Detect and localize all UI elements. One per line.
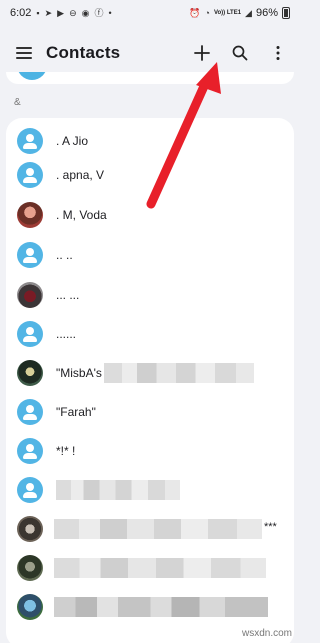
- contact-row[interactable]: "Farah": [6, 392, 294, 432]
- kebab-menu-icon: [276, 46, 280, 60]
- more-notifications-icon: •: [108, 7, 112, 18]
- facebook-icon: ⓕ: [94, 7, 104, 18]
- add-contact-button[interactable]: [192, 43, 212, 63]
- default-avatar-icon: [17, 438, 43, 464]
- more-options-button[interactable]: [268, 43, 288, 63]
- contact-row[interactable]: [6, 548, 294, 588]
- contact-row[interactable]: ......: [6, 314, 294, 354]
- messenger-icon: ◉: [81, 7, 90, 18]
- chat-notification-icon: ▪: [36, 7, 40, 18]
- contact-name: ......: [56, 327, 77, 341]
- app-bar-actions: [192, 43, 288, 63]
- redacted-text: [54, 519, 262, 539]
- contact-name: "MisbA's: [56, 366, 102, 380]
- plus-icon: [194, 45, 210, 61]
- contact-row[interactable]: "MisbA's: [6, 353, 294, 393]
- avatar: [17, 360, 43, 386]
- default-avatar-icon: [17, 399, 43, 425]
- avatar: [17, 282, 43, 308]
- contact-name: . M, Voda: [56, 208, 107, 222]
- hamburger-menu-icon[interactable]: [16, 47, 32, 59]
- minus-notification-icon: ⊖: [69, 7, 77, 18]
- previous-section-card: [6, 72, 294, 84]
- avatar: [17, 555, 43, 581]
- default-avatar-icon: [17, 321, 43, 347]
- youtube-icon: ▶: [57, 7, 65, 18]
- default-avatar-icon: [17, 162, 43, 188]
- contact-name: . apna, V: [56, 168, 105, 182]
- avatar: [17, 202, 43, 228]
- avatar: [17, 516, 43, 542]
- contact-row[interactable]: [6, 587, 294, 627]
- contacts-list: . A Jio . apna, V . M, Voda .. .. ... ..…: [6, 118, 294, 643]
- redacted-text: [54, 597, 268, 617]
- alarm-icon: ⏰: [189, 7, 201, 18]
- status-left: 6:02 ▪ ➤ ▶ ⊖ ◉ ⓕ •: [10, 7, 112, 19]
- redacted-text: [56, 480, 180, 500]
- contact-row[interactable]: *!* !: [6, 431, 294, 471]
- contact-name: ... ...: [56, 288, 80, 302]
- watermark: wsxdn.com: [241, 628, 292, 639]
- battery-icon: [282, 7, 290, 19]
- contact-name: *!* !: [56, 444, 76, 458]
- status-bar: 6:02 ▪ ➤ ▶ ⊖ ◉ ⓕ • ⏰ ◔ Vo)) LTE1 ◢ 96%: [0, 0, 300, 26]
- avatar: [17, 594, 43, 620]
- contact-name: . A Jio: [56, 134, 89, 148]
- contact-row[interactable]: ... ...: [6, 275, 294, 315]
- page-title: Contacts: [46, 43, 121, 62]
- contact-name: .. ..: [56, 248, 73, 262]
- contact-row[interactable]: ***: [6, 509, 294, 549]
- wifi-icon: ◔: [204, 7, 210, 18]
- default-avatar-icon: [17, 477, 43, 503]
- contact-row[interactable]: . M, Voda: [6, 195, 294, 235]
- contact-name: "Farah": [56, 405, 96, 419]
- default-avatar-icon: [17, 128, 43, 154]
- contact-row[interactable]: . apna, V: [6, 155, 294, 195]
- contact-row[interactable]: .. ..: [6, 235, 294, 275]
- redacted-text: [54, 558, 266, 578]
- signal-icon: ◢: [245, 7, 252, 18]
- status-right: ⏰ ◔ Vo)) LTE1 ◢ 96%: [189, 7, 290, 19]
- search-button[interactable]: [230, 43, 250, 63]
- telegram-icon: ➤: [44, 7, 53, 18]
- battery-percent: 96%: [255, 7, 278, 19]
- network-label: Vo)) LTE1: [213, 10, 242, 16]
- contact-name-suffix: ***: [264, 521, 277, 533]
- redacted-text: [104, 363, 254, 383]
- search-icon: [232, 45, 248, 61]
- status-time: 6:02: [10, 7, 32, 19]
- section-header: &: [14, 97, 21, 108]
- contact-row[interactable]: [6, 470, 294, 510]
- default-avatar-icon: [17, 242, 43, 268]
- avatar: [17, 72, 47, 80]
